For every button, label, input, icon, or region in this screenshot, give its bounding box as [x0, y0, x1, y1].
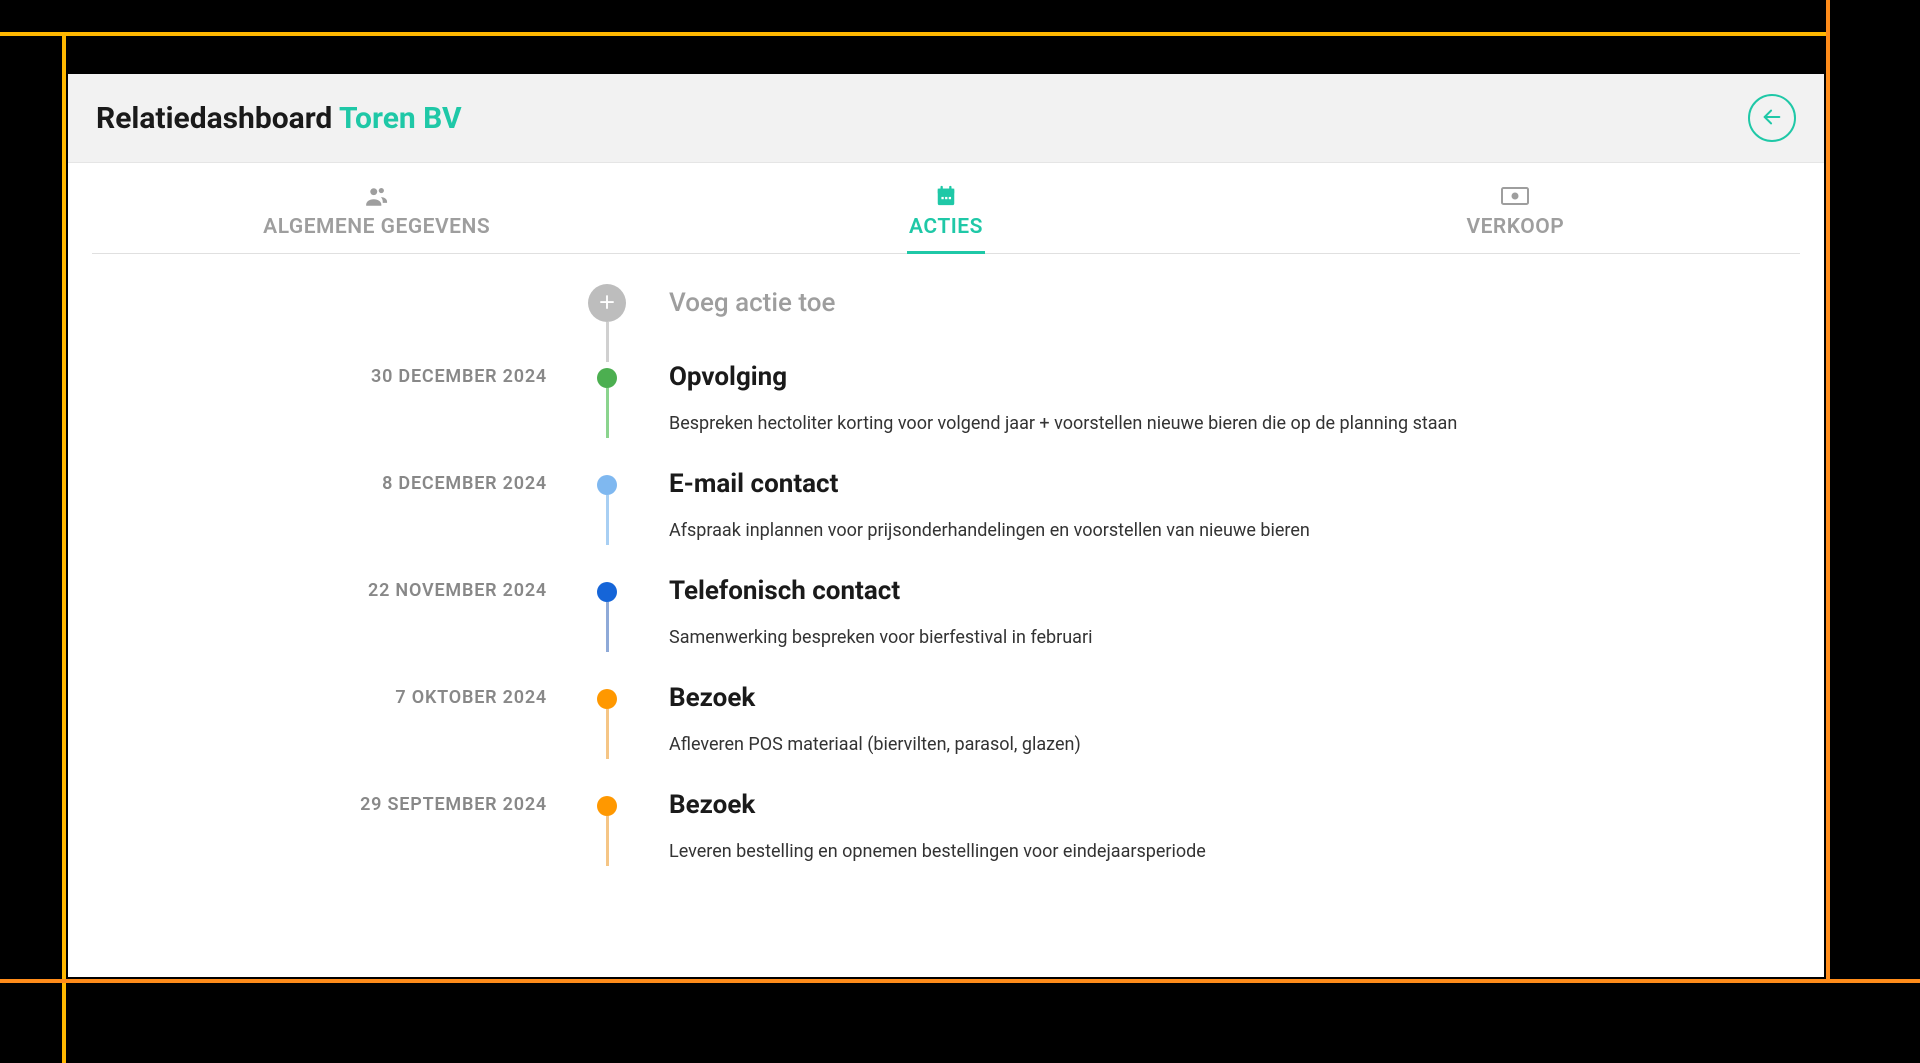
back-button[interactable]	[1748, 94, 1796, 142]
timeline-item-description: Samenwerking bespreken voor bierfestival…	[669, 624, 1800, 651]
timeline-date: 30 DECEMBER 2024	[92, 362, 587, 387]
tab-general-data[interactable]: ALGEMENE GEGEVENS	[92, 163, 661, 253]
add-action-button[interactable]	[588, 284, 626, 322]
page-header: Relatiedashboard Toren BV	[68, 74, 1824, 163]
timeline-dot	[597, 368, 617, 388]
plus-icon	[598, 289, 616, 317]
page-title: Relatiedashboard Toren BV	[96, 101, 462, 136]
timeline-dot	[597, 582, 617, 602]
timeline-item[interactable]: 8 DECEMBER 2024 E-mail contact Afspraak in…	[92, 469, 1800, 576]
timeline-dot	[597, 475, 617, 495]
timeline-connector	[606, 388, 609, 438]
timeline-connector	[606, 322, 609, 362]
money-icon	[1501, 185, 1529, 207]
calendar-icon	[935, 185, 957, 207]
timeline-item-title: Bezoek	[669, 790, 1800, 820]
tab-sales-label: VERKOOP	[1466, 215, 1564, 239]
timeline-connector	[606, 816, 609, 866]
timeline-item-description: Afspraak inplannen voor prijsonderhandel…	[669, 517, 1800, 544]
tab-sales[interactable]: VERKOOP	[1231, 163, 1800, 253]
timeline-item-description: Afleveren POS materiaal (biervilten, par…	[669, 731, 1800, 758]
timeline-item-title: E-mail contact	[669, 469, 1800, 499]
timeline-item[interactable]: 22 NOVEMBER 2024 Telefonisch contact Samen…	[92, 576, 1800, 683]
timeline-item[interactable]: 29 SEPTEMBER 2024 Bezoek Leveren bestellin…	[92, 790, 1800, 897]
timeline-container: Voeg actie toe 30 DECEMBER 2024 Opvolging…	[68, 254, 1824, 897]
timeline-add-row: Voeg actie toe	[92, 284, 1800, 362]
decorative-vertical-line-orange	[1826, 0, 1830, 983]
timeline-connector	[606, 709, 609, 759]
decorative-horizontal-line-orange	[0, 979, 1920, 983]
timeline-dot	[597, 689, 617, 709]
tabs-container: ALGEMENE GEGEVENS ACTIES VERKOOP	[92, 163, 1800, 254]
timeline-dot	[597, 796, 617, 816]
timeline-item[interactable]: 30 DECEMBER 2024 Opvolging Bespreken hecto…	[92, 362, 1800, 469]
tab-general-label: ALGEMENE GEGEVENS	[263, 215, 490, 239]
timeline-date: 7 OKTOBER 2024	[92, 683, 587, 708]
timeline-item[interactable]: 7 OKTOBER 2024 Bezoek Afleveren POS materi…	[92, 683, 1800, 790]
page-title-entity: Toren BV	[339, 101, 462, 136]
timeline-item-description: Leveren bestelling en opnemen bestelling…	[669, 838, 1800, 865]
arrow-left-icon	[1761, 106, 1783, 131]
timeline-item-title: Telefonisch contact	[669, 576, 1800, 606]
timeline-item-description: Bespreken hectoliter korting voor volgen…	[669, 410, 1800, 437]
tab-actions[interactable]: ACTIES	[661, 163, 1230, 253]
timeline-date: 8 DECEMBER 2024	[92, 469, 587, 494]
decorative-vertical-line-yellow	[62, 32, 66, 1063]
tab-actions-label: ACTIES	[909, 215, 983, 239]
decorative-horizontal-line-yellow	[0, 32, 1826, 36]
timeline-date: 29 SEPTEMBER 2024	[92, 790, 587, 815]
add-action-label[interactable]: Voeg actie toe	[669, 288, 1800, 318]
page-title-prefix: Relatiedashboard	[96, 101, 339, 136]
timeline-connector	[606, 602, 609, 652]
timeline-date: 22 NOVEMBER 2024	[92, 576, 587, 601]
dashboard-panel: Relatiedashboard Toren BV ALGEMENE GEGEV…	[68, 74, 1824, 977]
people-icon	[364, 185, 390, 207]
timeline-connector	[606, 495, 609, 545]
timeline-item-title: Opvolging	[669, 362, 1800, 392]
timeline-item-title: Bezoek	[669, 683, 1800, 713]
